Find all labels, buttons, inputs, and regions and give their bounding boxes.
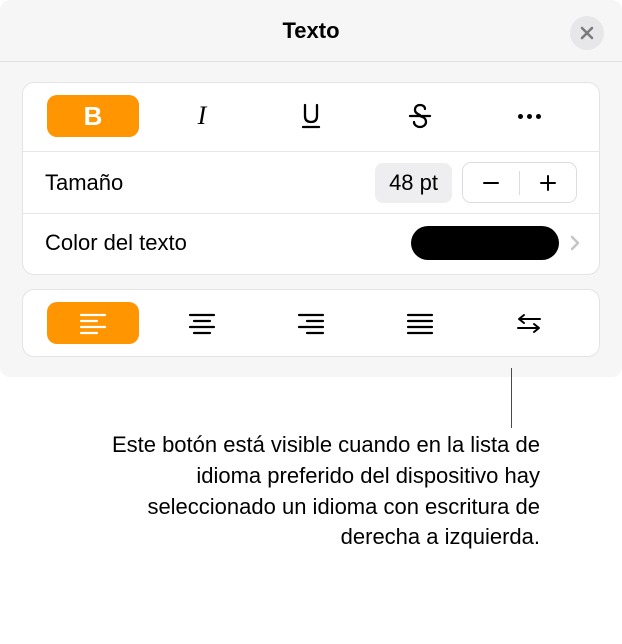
- more-styles-button[interactable]: [483, 95, 575, 137]
- color-label: Color del texto: [45, 230, 187, 256]
- callout-line: [511, 368, 512, 428]
- align-right-button[interactable]: [265, 302, 357, 344]
- text-direction-button[interactable]: [483, 302, 575, 344]
- panel-header: Texto: [0, 0, 622, 62]
- text-format-panel: Texto B I: [0, 0, 622, 377]
- size-row: Tamaño 48 pt: [23, 152, 599, 213]
- strikethrough-button[interactable]: [374, 95, 466, 137]
- close-icon: [579, 25, 595, 41]
- chevron-right-icon: [569, 233, 581, 253]
- size-stepper: [462, 162, 577, 203]
- text-color-row[interactable]: Color del texto: [23, 214, 599, 274]
- minus-icon: [481, 173, 501, 193]
- bold-icon: B: [84, 101, 103, 132]
- close-button[interactable]: [570, 16, 604, 50]
- size-label: Tamaño: [45, 170, 123, 196]
- size-value[interactable]: 48 pt: [375, 163, 452, 203]
- callout-text: Este botón está visible cuando en la lis…: [86, 430, 540, 553]
- align-right-icon: [297, 311, 325, 335]
- size-controls: 48 pt: [375, 162, 577, 203]
- color-control: [411, 226, 581, 260]
- align-justify-button[interactable]: [374, 302, 466, 344]
- align-left-icon: [79, 311, 107, 335]
- underline-icon: [296, 101, 326, 131]
- align-left-button[interactable]: [47, 302, 139, 344]
- align-justify-icon: [406, 311, 434, 335]
- align-center-button[interactable]: [156, 302, 248, 344]
- style-card: B I: [22, 82, 600, 275]
- bold-button[interactable]: B: [47, 95, 139, 137]
- underline-button[interactable]: [265, 95, 357, 137]
- ellipsis-icon: [518, 114, 541, 119]
- panel-title: Texto: [282, 18, 339, 44]
- size-increase-button[interactable]: [520, 163, 576, 202]
- strikethrough-icon: [405, 101, 435, 131]
- size-decrease-button[interactable]: [463, 163, 519, 202]
- color-swatch[interactable]: [411, 226, 559, 260]
- align-center-icon: [188, 311, 216, 335]
- bidi-direction-icon: [514, 311, 544, 335]
- text-style-row: B I: [23, 83, 599, 151]
- italic-button[interactable]: I: [156, 95, 248, 137]
- plus-icon: [538, 173, 558, 193]
- alignment-card: [22, 289, 600, 357]
- italic-icon: I: [198, 101, 207, 131]
